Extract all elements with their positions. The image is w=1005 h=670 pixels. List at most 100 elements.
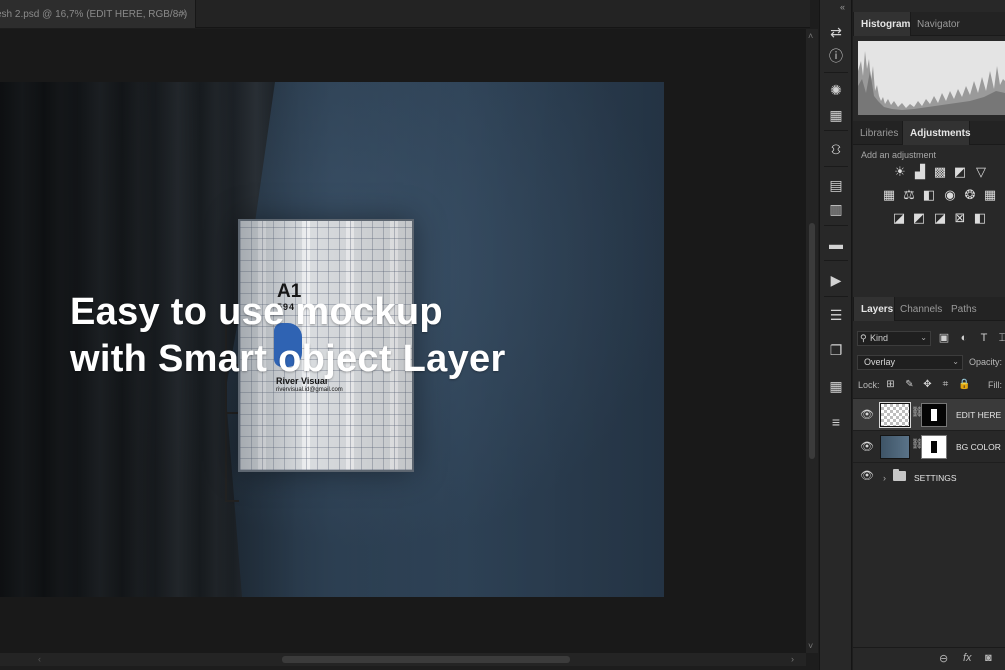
layer-mask-thumbnail[interactable] xyxy=(921,403,947,427)
adjustment-filter-icon[interactable]: ◐ xyxy=(957,331,971,345)
lock-artboard-icon[interactable]: ⌗ xyxy=(939,378,952,391)
strip-separator xyxy=(824,260,848,261)
paragraph-styles-icon[interactable]: ≡ xyxy=(826,412,846,432)
vertical-scroll-thumb[interactable] xyxy=(809,223,815,459)
collapse-panels-icon[interactable]: « xyxy=(840,2,845,12)
layer-thumbnail xyxy=(880,435,910,459)
tab-layers[interactable]: Layers xyxy=(853,297,895,321)
tab-adjustments[interactable]: Adjustments xyxy=(902,121,971,145)
tab-channels[interactable]: Channels xyxy=(900,297,942,321)
vibrance-icon[interactable]: ▽ xyxy=(974,165,988,179)
scroll-left-icon[interactable]: ‹ xyxy=(38,654,41,664)
color-lookup-icon[interactable]: ▦ xyxy=(983,188,997,202)
scroll-right-icon[interactable]: › xyxy=(791,654,794,664)
shape-filter-icon[interactable]: ⌶ xyxy=(995,331,1005,345)
kind-filter-value: Kind xyxy=(870,333,889,343)
horizontal-scroll-thumb[interactable] xyxy=(282,656,570,663)
blend-mode-select[interactable]: Overlay ⌄ xyxy=(857,355,963,370)
panel-icon-strip: « ⇄ ⓘ ✺ ▦ ⛻ ▤ ▥ ▬ ▶ ☰ ❐ ▦ ≡ xyxy=(819,0,852,670)
black-white-icon[interactable]: ◧ xyxy=(922,188,936,202)
pixel-filter-icon[interactable]: ▣ xyxy=(937,331,951,345)
grid-icon[interactable]: ▦ xyxy=(826,376,846,396)
color-balance-icon[interactable]: ⚖ xyxy=(902,188,916,202)
hue-saturation-icon[interactable]: ▦ xyxy=(882,188,896,202)
fx-icon[interactable]: fx xyxy=(963,652,972,664)
invert-icon[interactable]: ◪ xyxy=(892,211,906,225)
strip-separator xyxy=(824,225,848,226)
properties-icon[interactable]: ▤ xyxy=(826,175,846,195)
brightness-icon[interactable]: ☀ xyxy=(893,165,907,179)
lock-transparency-icon[interactable]: ⊞ xyxy=(884,378,897,391)
document-tab[interactable]: esh 2.psd @ 16,7% (EDIT HERE, RGB/8#) × xyxy=(0,0,196,28)
tab-histogram[interactable]: Histogram xyxy=(853,12,911,36)
right-panels: Histogram Navigator Libraries Adjustment… xyxy=(853,0,1005,670)
promo-line-1: Easy to use mockup xyxy=(70,291,443,333)
type-filter-icon[interactable]: T xyxy=(977,331,991,345)
posterize-icon[interactable]: ◩ xyxy=(912,211,926,225)
layer-group-settings[interactable]: 👁 › SETTINGS xyxy=(853,462,1005,488)
tab-paths[interactable]: Paths xyxy=(951,297,977,321)
opacity-label: Opacity: xyxy=(969,357,1003,367)
info-icon[interactable]: ⓘ xyxy=(826,46,846,66)
lock-all-icon[interactable]: 🔒 xyxy=(958,378,971,391)
vertical-scrollbar[interactable]: ˄ ˅ xyxy=(806,29,818,653)
poster-email: rivervisual.id@gmail.com xyxy=(276,387,343,393)
link-layers-icon[interactable]: ⊖ xyxy=(939,652,948,665)
color-icon[interactable]: ✺ xyxy=(826,80,846,100)
notes-icon[interactable]: ▥ xyxy=(826,199,846,219)
horizontal-scrollbar[interactable]: ‹ › xyxy=(0,653,806,666)
layer-row-edit-here[interactable]: 👁 ⛓ EDIT HERE xyxy=(853,398,1005,430)
scroll-down-icon[interactable]: ˅ xyxy=(808,641,813,651)
layer-name[interactable]: BG COLOR xyxy=(956,442,1001,452)
histogram-svg xyxy=(858,51,1005,115)
swatches-icon[interactable]: ▦ xyxy=(826,105,846,125)
fill-label: Fill: xyxy=(988,380,1002,390)
folder-icon xyxy=(893,469,906,481)
brush-presets-icon[interactable]: ▬ xyxy=(826,234,846,254)
strip-separator xyxy=(824,296,848,297)
kind-filter-select[interactable]: ⚲ Kind ⌄ xyxy=(857,331,931,346)
clone-source-icon[interactable]: ⛻ xyxy=(826,139,846,159)
channel-mixer-icon[interactable]: ❂ xyxy=(963,188,977,202)
layer-name[interactable]: EDIT HERE xyxy=(956,410,1001,420)
canvas-area[interactable]: A1 594 River Visual rivervisual.id@gmail… xyxy=(0,29,806,653)
levels-icon[interactable]: ▟ xyxy=(913,165,927,179)
promo-line-2: with Smart object Layer xyxy=(70,338,506,380)
lock-pixels-icon[interactable]: ✎ xyxy=(903,378,916,391)
smart-object-thumbnail xyxy=(879,402,911,428)
search-icon: ⚲ xyxy=(860,333,867,343)
histogram-graph xyxy=(858,41,1005,115)
histogram-panel-tabs: Histogram Navigator xyxy=(853,12,1005,36)
photo-filter-icon[interactable]: ◉ xyxy=(943,188,957,202)
gradient-map-icon[interactable]: ⊠ xyxy=(953,211,967,225)
actions-play-icon[interactable]: ▶ xyxy=(826,270,846,290)
promo-headline: Easy to use mockup with Smart object Lay… xyxy=(70,289,506,383)
layer-name[interactable]: SETTINGS xyxy=(914,473,957,483)
curves-icon[interactable]: ▩ xyxy=(933,165,947,179)
eye-icon[interactable]: 👁 xyxy=(860,408,874,421)
blend-mode-value: Overlay xyxy=(864,357,896,367)
chevron-down-icon: ⌄ xyxy=(920,333,927,342)
lock-position-icon[interactable]: ✥ xyxy=(921,378,934,391)
eye-icon[interactable]: 👁 xyxy=(860,469,874,482)
lock-label: Lock: xyxy=(858,380,880,390)
chevron-right-icon[interactable]: › xyxy=(883,473,886,483)
adjustments-sliders-icon[interactable]: ☰ xyxy=(826,305,846,325)
tab-navigator[interactable]: Navigator xyxy=(917,12,960,36)
scroll-up-icon[interactable]: ˄ xyxy=(808,31,813,41)
exposure-icon[interactable]: ◩ xyxy=(953,165,967,179)
threshold-icon[interactable]: ◪ xyxy=(933,211,947,225)
history-icon[interactable]: ⇄ xyxy=(826,22,846,42)
layer-row-bg-color[interactable]: 👁 ⛓ BG COLOR xyxy=(853,430,1005,462)
chevron-down-icon: ⌄ xyxy=(952,357,959,366)
close-icon[interactable]: × xyxy=(180,8,186,20)
adjustments-title: Add an adjustment xyxy=(861,150,937,160)
tab-libraries[interactable]: Libraries xyxy=(860,121,898,145)
selective-color-icon[interactable]: ◧ xyxy=(973,211,987,225)
layer-mask-thumbnail[interactable] xyxy=(921,435,947,459)
layer-comps-icon[interactable]: ❐ xyxy=(826,340,846,360)
add-mask-icon[interactable]: ◙ xyxy=(985,652,992,664)
eye-icon[interactable]: 👁 xyxy=(860,440,874,453)
layers-footer: ⊖ fx ◙ xyxy=(853,647,1005,670)
document-tab-title: esh 2.psd @ 16,7% (EDIT HERE, RGB/8#) xyxy=(0,9,188,20)
